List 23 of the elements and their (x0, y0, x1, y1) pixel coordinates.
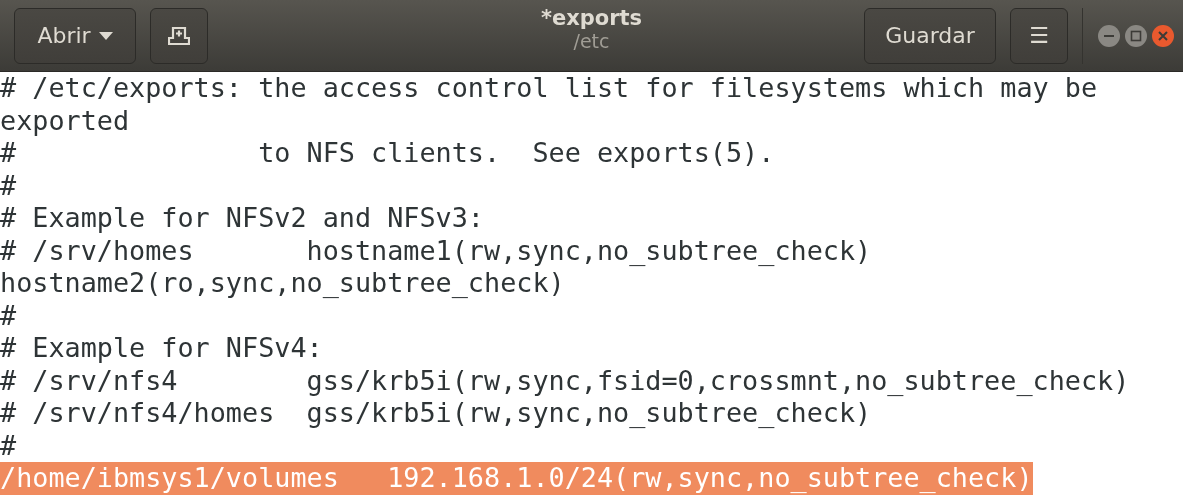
text-line: # Example for NFSv4: (0, 332, 323, 365)
text-line: # (0, 299, 17, 332)
window-title: *exports (540, 6, 643, 30)
text-line: hostname2(ro,sync,no_subtree_check) (0, 267, 565, 300)
text-line: # Example for NFSv2 and NFSv3: (0, 202, 484, 235)
text-line: exported (0, 104, 130, 137)
text-line: # (0, 429, 17, 462)
window-subtitle: /etc (573, 30, 610, 52)
caret-icon (98, 31, 113, 40)
minimize-icon[interactable] (1097, 23, 1121, 48)
save-button[interactable]: Guardar (864, 7, 996, 64)
text-line: # /srv/nfs4 gss/krb5i(rw,sync,fsid=0,crossmnt,no_subtree_check) (0, 364, 1130, 397)
text-line: # /srv/nfs4/homes gss/krb5i(rw,sync,no_subtree_check) (0, 397, 872, 430)
new-tab-button[interactable] (150, 7, 208, 64)
text-line: # to NFS clients. See exports(5). (0, 137, 775, 170)
close-icon[interactable] (1151, 23, 1175, 48)
maximize-icon[interactable] (1124, 23, 1148, 48)
text-line: # (0, 169, 17, 202)
text-line: # /srv/homes hostname1(rw,sync,no_subtree_check) (0, 234, 872, 267)
open-button[interactable]: Abrir (14, 7, 136, 64)
new-document-icon (168, 25, 190, 46)
menu-button[interactable]: ☰ (1010, 7, 1068, 64)
text-line: # /etc/exports: the access control list for filesystems which may be (0, 72, 1098, 105)
